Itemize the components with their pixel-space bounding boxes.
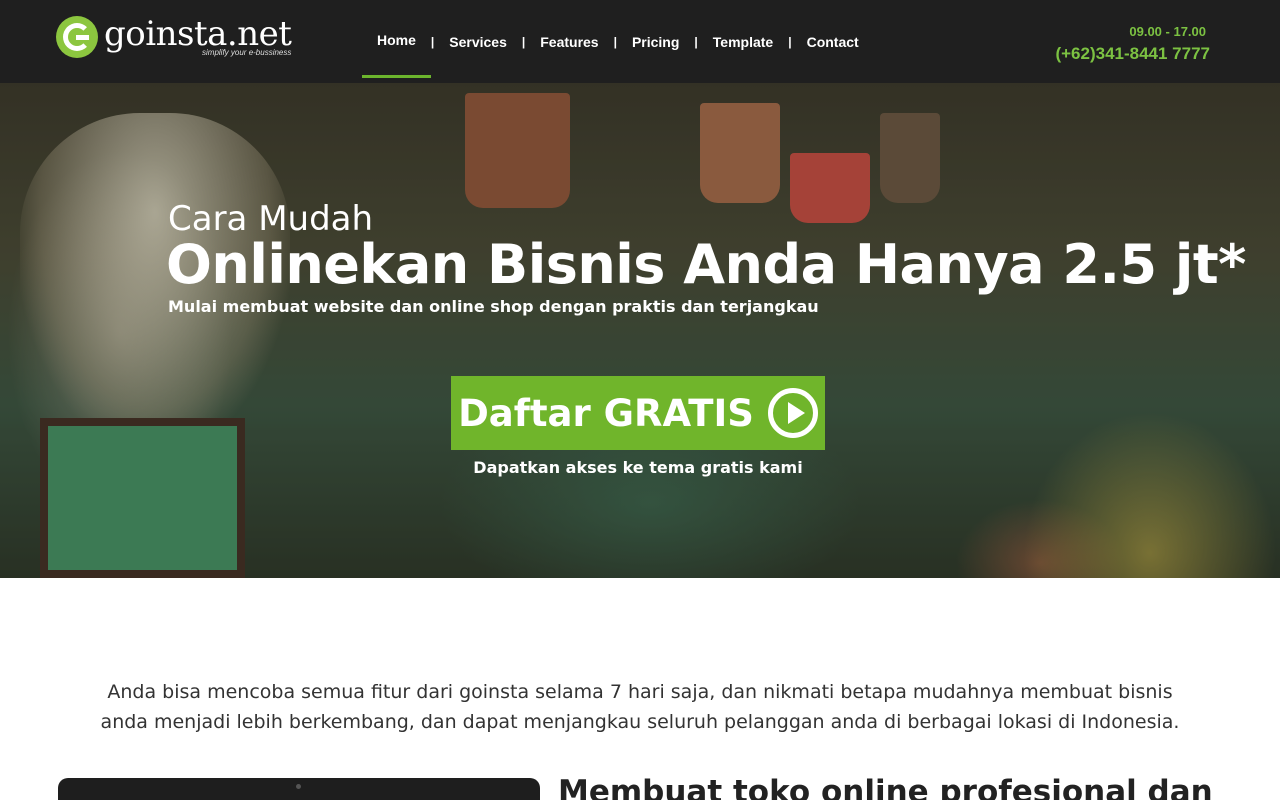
flower-pot-image — [465, 93, 570, 208]
nav-pricing[interactable]: Pricing — [617, 5, 694, 78]
nav-contact[interactable]: Contact — [792, 5, 874, 78]
section-title: Membuat toko online profesional dan — [558, 774, 1213, 800]
hero-subtitle: Mulai membuat website dan online shop de… — [168, 297, 819, 316]
flower-pot-image — [700, 103, 780, 203]
brand-tagline: simplify your e-bussiness — [202, 48, 292, 57]
nav-services[interactable]: Services — [434, 5, 522, 78]
nav-home[interactable]: Home — [362, 5, 431, 78]
signup-free-label: Daftar GRATIS — [458, 391, 754, 435]
nav-template[interactable]: Template — [698, 5, 788, 78]
chalkboard-image — [40, 418, 245, 578]
logo-text: goinsta.net simplify your e-bussiness — [104, 14, 292, 57]
cta-note: Dapatkan akses ke tema gratis kami — [473, 458, 803, 477]
flower-pot-image — [880, 113, 940, 203]
camera-dot — [296, 784, 301, 789]
signup-free-button[interactable]: Daftar GRATIS — [451, 376, 825, 450]
logo-g-icon — [56, 16, 98, 58]
play-circle-icon — [767, 388, 818, 438]
hero-title: Onlinekan Bisnis Anda Hanya 2.5 jt* — [166, 233, 1246, 296]
brand-logo[interactable]: goinsta.net simplify your e-bussiness — [56, 16, 316, 64]
phone-number[interactable]: (+62)341-8441 7777 — [1055, 44, 1210, 64]
device-mockup-image — [58, 778, 540, 800]
site-header: goinsta.net simplify your e-bussiness Ho… — [0, 0, 1280, 83]
brand-name: goinsta.net — [104, 14, 292, 54]
main-nav: Home | Services | Features | Pricing | T… — [362, 0, 874, 83]
intro-text: Anda bisa mencoba semua fitur dari goins… — [100, 681, 1180, 733]
nav-features[interactable]: Features — [525, 5, 613, 78]
business-hours: 09.00 - 17.00 — [1129, 24, 1206, 39]
hero-banner: Cara Mudah Onlinekan Bisnis Anda Hanya 2… — [0, 83, 1280, 578]
contact-info: 09.00 - 17.00 (+62)341-8441 7777 — [1055, 24, 1210, 64]
flower-pot-image — [790, 153, 870, 223]
